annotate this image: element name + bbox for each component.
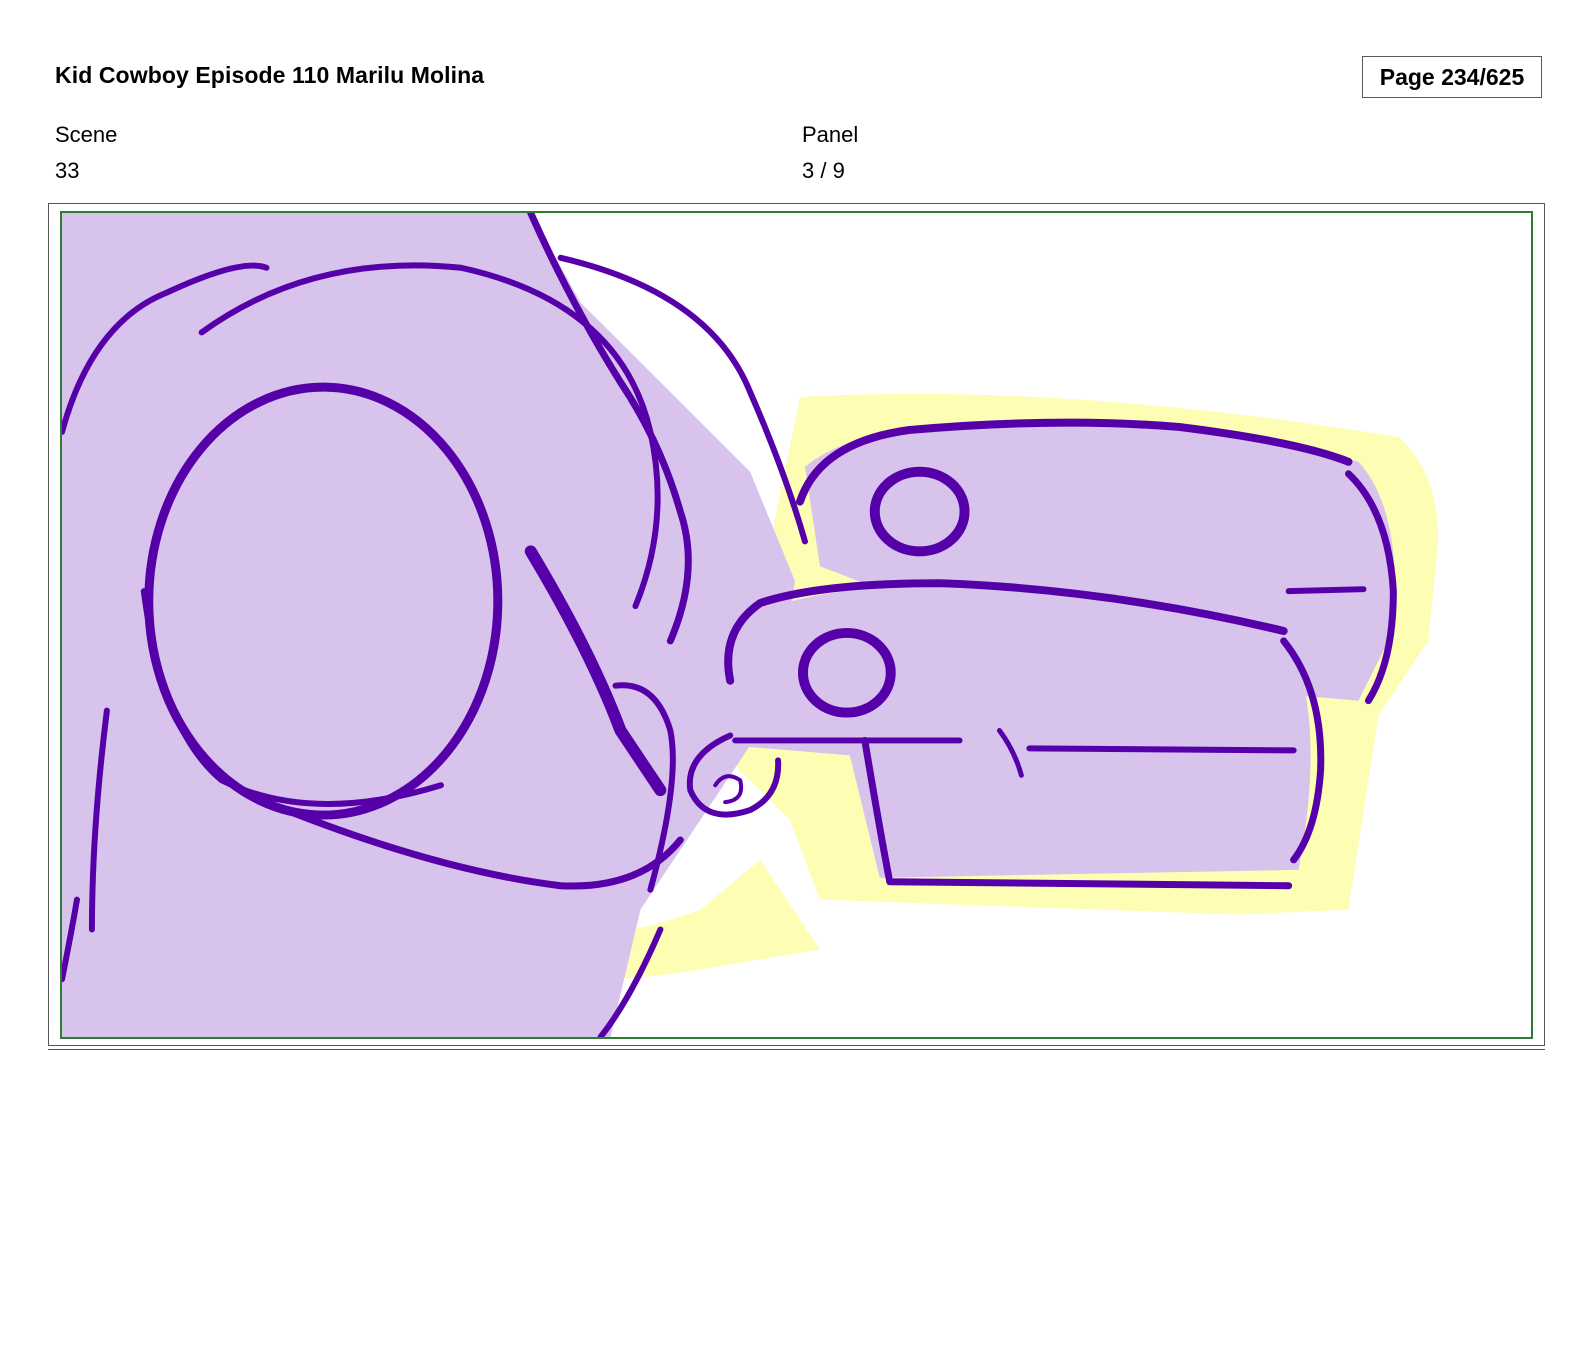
- page-indicator: Page 234/625: [1362, 56, 1542, 98]
- frame-bottom-rule: [48, 1049, 1545, 1050]
- storyboard-panel-image: [60, 211, 1533, 1039]
- scene-label: Scene: [55, 122, 118, 147]
- hand-sketch-illustration: [62, 213, 1439, 1037]
- arm-fill: [62, 213, 796, 1037]
- panel-value: 3 / 9: [802, 158, 845, 183]
- panel-label: Panel: [802, 122, 859, 147]
- scene-value: 33: [55, 158, 80, 183]
- document-title: Kid Cowboy Episode 110 Marilu Molina: [55, 62, 485, 88]
